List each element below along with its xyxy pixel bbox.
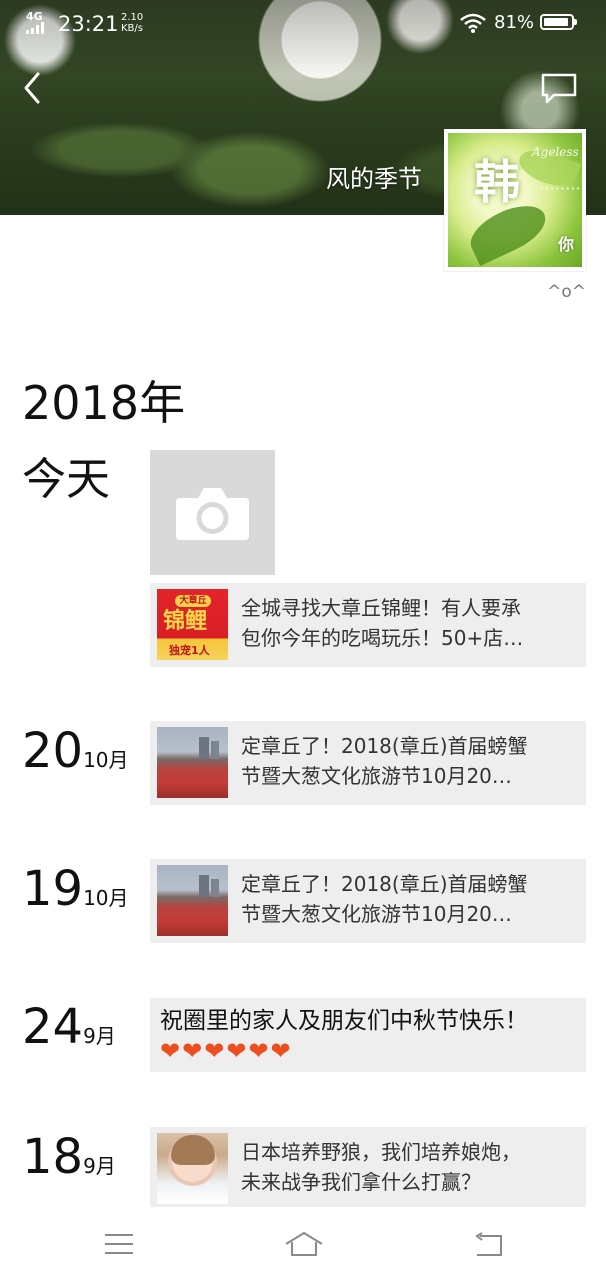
list-item[interactable]: 大章丘 锦鲤 独宠1人 全城寻找大章丘锦鲤！有人要承 包你今年的吃喝玩乐！50+…	[150, 583, 586, 667]
post-text: 节暨大葱文化旅游节10月20…	[241, 902, 512, 926]
battery-percent: 81%	[494, 12, 535, 33]
profile-signature: ^o^	[547, 282, 586, 302]
crowd-thumbnail	[157, 727, 228, 798]
back-chevron-icon[interactable]	[18, 70, 50, 106]
system-nav-bar	[0, 1212, 606, 1280]
wifi-icon	[460, 13, 486, 33]
list-item[interactable]: 定章丘了！2018(章丘)首届螃蟹 节暨大葱文化旅游节10月20…	[150, 721, 586, 805]
post-text: 祝圈里的家人及朋友们中秋节快乐！	[160, 1008, 528, 1034]
list-item[interactable]: 日本培养野狼，我们培养娘炮， 未来战争我们拿什么打赢？	[150, 1127, 586, 1207]
username[interactable]: 风的季节	[326, 163, 422, 195]
post-camera-button[interactable]	[150, 450, 275, 575]
today-label: 今天	[22, 454, 110, 505]
battery-icon	[540, 14, 577, 30]
camera-icon	[176, 488, 249, 540]
crowd-thumbnail	[157, 865, 228, 936]
signal-icon	[26, 22, 44, 34]
avatar-character: 韩	[474, 155, 520, 209]
status-bar: 4G 23:21 2.10 KB/s 81%	[0, 0, 606, 48]
post-date: 1910月	[22, 861, 129, 917]
post-text: 包你今年的吃喝玩乐！50+店…	[241, 626, 524, 650]
person-photo-thumbnail	[157, 1133, 228, 1204]
heart-emoji-icons: ❤❤❤❤❤❤	[160, 1037, 293, 1065]
post-date: 2010月	[22, 723, 129, 779]
post-date: 189月	[22, 1129, 116, 1185]
list-item[interactable]: 定章丘了！2018(章丘)首届螃蟹 节暨大葱文化旅游节10月20…	[150, 859, 586, 943]
post-text: 未来战争我们拿什么打赢？	[241, 1170, 481, 1194]
post-date: 249月	[22, 999, 116, 1055]
network-type: 4G	[26, 10, 43, 23]
network-speed: 2.10 KB/s	[121, 12, 144, 34]
post-text: 节暨大葱文化旅游节10月20…	[241, 764, 512, 788]
message-icon[interactable]	[540, 72, 578, 106]
post-text: 日本培养野狼，我们培养娘炮，	[241, 1140, 521, 1164]
post-text: 定章丘了！2018(章丘)首届螃蟹	[241, 872, 528, 896]
home-icon[interactable]	[283, 1230, 325, 1258]
clock: 23:21	[58, 12, 119, 36]
year-heading: 2018年	[22, 376, 186, 430]
post-text: 定章丘了！2018(章丘)首届螃蟹	[241, 734, 528, 758]
menu-icon[interactable]	[104, 1232, 134, 1256]
post-text: 全城寻找大章丘锦鲤！有人要承	[241, 596, 521, 620]
list-item[interactable]: 祝圈里的家人及朋友们中秋节快乐！ ❤❤❤❤❤❤	[150, 998, 586, 1072]
return-icon[interactable]	[472, 1232, 504, 1258]
avatar[interactable]: Ageless •••••••••• 韩 你	[444, 129, 586, 271]
koi-thumbnail: 大章丘 锦鲤 独宠1人	[157, 589, 228, 660]
